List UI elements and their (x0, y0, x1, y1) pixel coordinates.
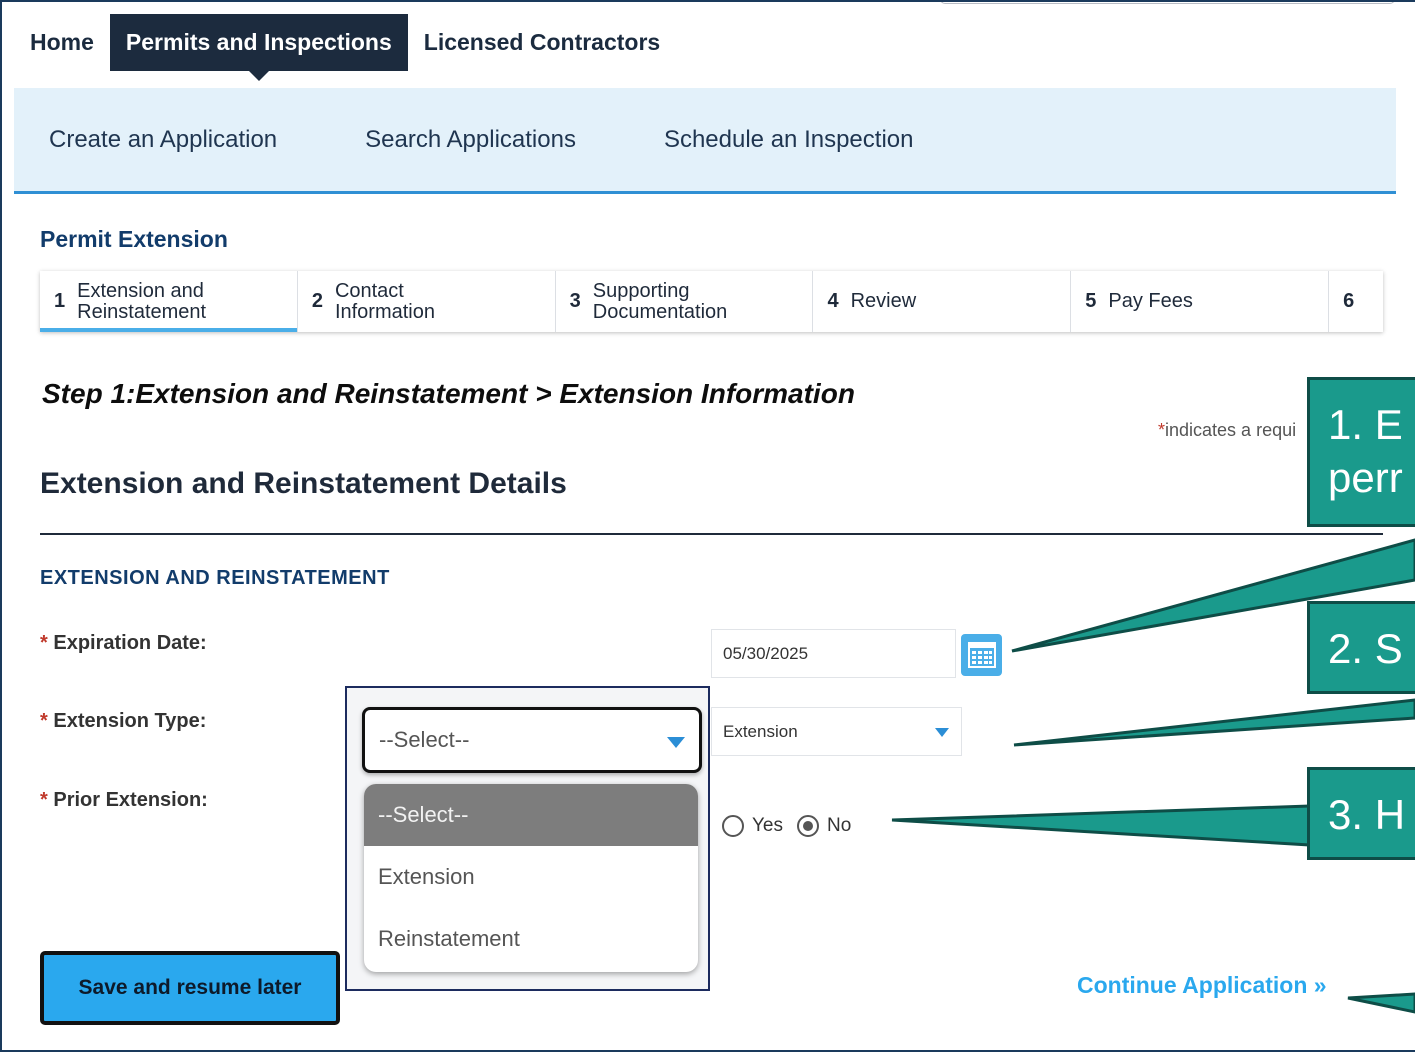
subnav-create-application[interactable]: Create an Application (49, 126, 277, 154)
step-label: Review (850, 290, 917, 312)
step-supporting-documentation[interactable]: 3 Supporting Documentation (556, 271, 814, 332)
search-box-edge (940, 0, 1395, 4)
calendar-icon[interactable] (961, 634, 1002, 676)
dropdown-options-list: --Select-- Extension Reinstatement (364, 784, 698, 972)
pointer-4 (1347, 992, 1415, 1014)
required-asterisk: * (1158, 420, 1166, 440)
dropdown-selected-value: --Select-- (379, 727, 470, 752)
progress-stepper: 1 Extension and Reinstatement 2 Contact In… (40, 271, 1383, 332)
step-pay-fees[interactable]: 5 Pay Fees (1071, 271, 1330, 332)
section-title: Extension and Reinstatement Details (40, 467, 567, 500)
required-asterisk: * (40, 632, 48, 654)
radio-no-label: No (827, 815, 852, 836)
chevron-down-icon (935, 728, 949, 737)
expiration-date-label: * Expiration Date: (40, 632, 207, 654)
step-number: 3 (569, 290, 581, 312)
step-extension-reinstatement[interactable]: 1 Extension and Reinstatement (40, 271, 298, 332)
dropdown-option-reinstatement[interactable]: Reinstatement (364, 908, 698, 970)
step-number: 2 (311, 290, 323, 312)
expiration-date-input[interactable]: 05/30/2025 (711, 629, 956, 678)
prior-extension-radio-group: Yes No (722, 815, 865, 837)
step-number: 1 (54, 290, 66, 312)
subnav-schedule-inspection[interactable]: Schedule an Inspection (664, 126, 914, 154)
step-contact-information[interactable]: 2 Contact Information (298, 271, 556, 332)
step-review[interactable]: 4 Review (813, 271, 1072, 332)
chevron-down-icon (667, 737, 685, 748)
step-number: 5 (1085, 290, 1097, 312)
step-number: 6 (1343, 290, 1355, 312)
step-label: Contact Information (334, 279, 435, 323)
annotation-callout-3: 3. H (1307, 767, 1415, 860)
extension-type-value: Extension (723, 721, 798, 741)
pointer-3 (891, 804, 1312, 847)
extension-type-select[interactable]: Extension (711, 707, 962, 756)
extension-type-label: * Extension Type: (40, 710, 207, 732)
annotation-callout-2: 2. S (1307, 601, 1415, 694)
save-and-resume-button[interactable]: Save and resume later (40, 951, 340, 1025)
dropdown-option-extension[interactable]: Extension (364, 846, 698, 908)
sub-navigation: Create an Application Search Application… (14, 88, 1396, 194)
callout-text: 1. E (1328, 401, 1403, 448)
callout-text: 2. S (1328, 625, 1403, 672)
tab-permits-and-inspections[interactable]: Permits and Inspections (109, 14, 408, 81)
continue-application-link[interactable]: Continue Application » (1077, 972, 1327, 999)
step-6[interactable]: 6 (1329, 271, 1383, 332)
callout-text: perr (1328, 454, 1403, 501)
step-label: Pay Fees (1108, 290, 1193, 312)
step-label: Supporting Documentation (592, 279, 728, 323)
required-note: *indicates a requi (1158, 420, 1297, 440)
subnav-search-applications[interactable]: Search Applications (365, 126, 576, 154)
tab-home[interactable]: Home (14, 14, 110, 71)
prior-extension-label: * Prior Extension: (40, 789, 208, 811)
subsection-title: EXTENSION AND REINSTATEMENT (40, 567, 390, 589)
tab-licensed-contractors[interactable]: Licensed Contractors (408, 14, 676, 71)
required-asterisk: * (40, 710, 48, 732)
dropdown-option-select[interactable]: --Select-- (364, 784, 698, 846)
step-breadcrumb: Step 1:Extension and Reinstatement > Ext… (42, 378, 855, 409)
annotation-callout-1: 1. E perr (1307, 377, 1415, 527)
dropdown-illustration-select[interactable]: --Select-- (362, 707, 702, 773)
step-label: Extension and Reinstatement (77, 279, 207, 323)
radio-yes[interactable] (722, 815, 744, 837)
top-navigation: Home Permits and Inspections Licensed Co… (14, 14, 676, 81)
pointer-2 (1013, 698, 1415, 747)
required-asterisk: * (40, 789, 48, 811)
callout-text: 3. H (1328, 791, 1406, 838)
radio-yes-label: Yes (752, 815, 783, 836)
radio-no[interactable] (797, 815, 819, 837)
section-divider (40, 533, 1383, 535)
page-title: Permit Extension (40, 226, 228, 252)
step-number: 4 (827, 290, 839, 312)
